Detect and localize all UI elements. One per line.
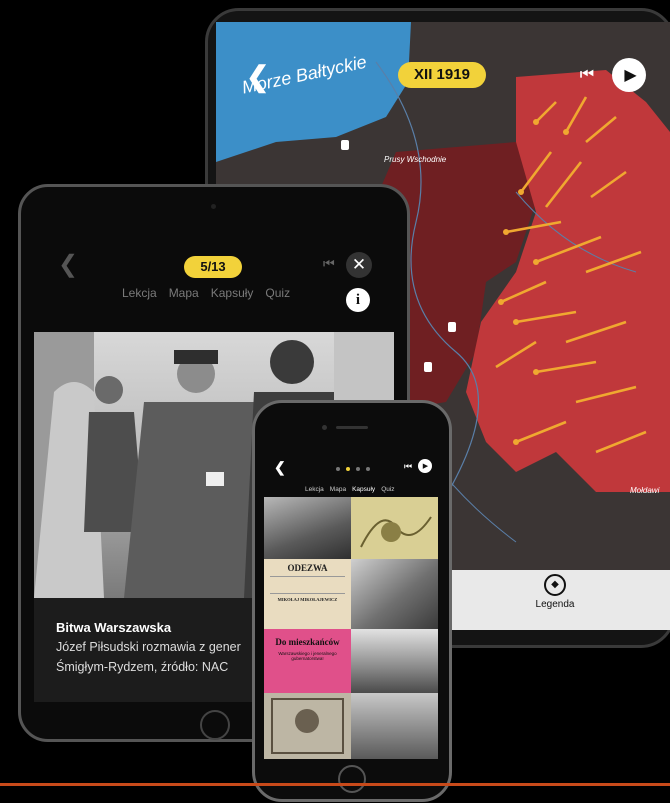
phone-tab-mapa[interactable]: Mapa [330, 486, 346, 493]
mieszkancow-subtitle: Warszawskiego i jeneralnego gubernatorst… [278, 651, 337, 661]
caption-line-2: Śmigłym-Rydzem, źródło: NAC [56, 660, 229, 674]
mieszkancow-title: Do mieszkańców [275, 637, 340, 647]
phone-skip-back-button[interactable]: ⏮ [404, 461, 412, 472]
region-label: Prusy Wschodnie [384, 155, 447, 164]
legend-label: Legenda [535, 599, 575, 610]
legend-button[interactable]: ◆ Legenda [520, 574, 590, 622]
skip-back-icon: ⏮ [579, 66, 595, 83]
back-chevron-icon: ❮ [58, 251, 79, 278]
front-tabs: Lekcja Mapa Kapsuły Quiz [122, 284, 302, 302]
phone-page-dots [336, 467, 370, 471]
phone-home-button[interactable] [338, 765, 366, 793]
caption-title: Bitwa Warszawska [56, 620, 172, 635]
gallery-tile-2[interactable] [351, 497, 438, 559]
phone-speaker [336, 426, 368, 429]
front-back-button[interactable]: ❮ [58, 250, 78, 279]
page-counter: 5/13 [184, 256, 242, 278]
close-button[interactable]: ✕ [346, 252, 372, 278]
gallery-tile-odezwa[interactable]: ODEZWA MIKOŁAJ MIKOŁAJEWICZ [264, 559, 351, 629]
edge-label: Mołdawi [630, 486, 660, 495]
phone-play-button[interactable]: ▶ [418, 459, 432, 473]
phone-tab-lekcja[interactable]: Lekcja [305, 486, 324, 493]
tab-lekcja[interactable]: Lekcja [122, 286, 157, 300]
play-button[interactable]: ▶ [612, 58, 646, 92]
phone-back-button[interactable]: ❮ [274, 459, 286, 476]
skip-back-icon: ⏮ [323, 256, 335, 271]
caption-line-1: Józef Piłsudski rozmawia z gener [56, 640, 241, 654]
front-home-button[interactable] [200, 710, 230, 740]
info-button[interactable]: i [346, 288, 370, 312]
skip-back-button[interactable]: ⏮ [574, 62, 600, 88]
gallery-tile-1[interactable] [264, 497, 351, 559]
compass-icon: ◆ [544, 574, 566, 596]
tab-mapa[interactable]: Mapa [169, 286, 199, 300]
play-icon: ▶ [624, 67, 637, 84]
odezwa-title: ODEZWA [287, 563, 328, 573]
odezwa-name: MIKOŁAJ MIKOŁAJEWICZ [277, 597, 338, 602]
back-chevron-icon: ❮ [274, 459, 286, 475]
phone-tab-kapsuly[interactable]: Kapsuły [352, 486, 375, 493]
play-icon: ▶ [422, 463, 429, 470]
tab-kapsuly[interactable]: Kapsuły [211, 286, 254, 300]
front-skip-back-button[interactable]: ⏮ [323, 256, 335, 272]
front-camera [211, 204, 216, 209]
info-icon: i [355, 291, 361, 308]
skip-back-icon: ⏮ [404, 461, 413, 471]
phone-tabs: Lekcja Mapa Kapsuły Quiz [305, 486, 395, 493]
tab-quiz[interactable]: Quiz [265, 286, 290, 300]
phone-camera [322, 425, 327, 430]
close-icon: ✕ [351, 255, 367, 274]
gallery-tile-3[interactable] [351, 559, 438, 629]
gallery-tile-mieszkancow[interactable]: Do mieszkańców Warszawskiego i jeneralne… [264, 629, 351, 693]
date-pill: XII 1919 [398, 62, 486, 88]
phone-tab-quiz[interactable]: Quiz [381, 486, 394, 493]
photo-caption: Bitwa Warszawska Józef Piłsudski rozmawi… [34, 598, 268, 702]
gallery-tile-5[interactable] [264, 693, 351, 759]
gallery-tile-4[interactable] [351, 629, 438, 693]
bottom-accent-line [0, 783, 670, 786]
gallery-tile-6[interactable] [351, 693, 438, 759]
phone-gallery: ODEZWA MIKOŁAJ MIKOŁAJEWICZ Do mieszkańc… [264, 497, 438, 759]
